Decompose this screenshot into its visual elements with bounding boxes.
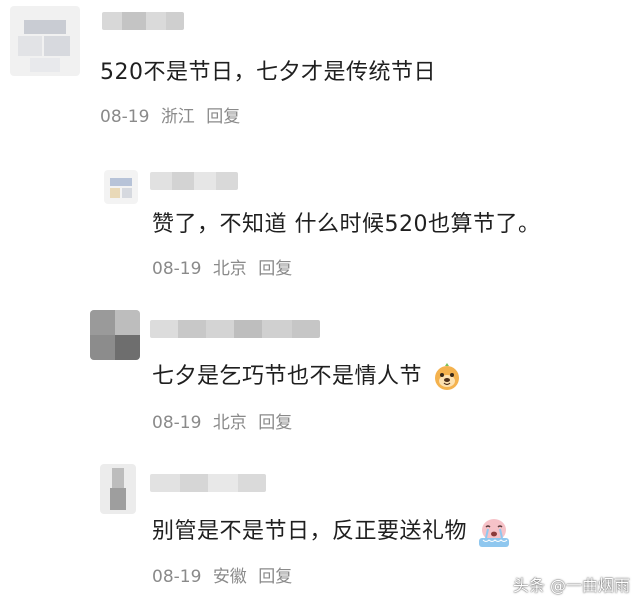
username[interactable] xyxy=(150,172,238,190)
reply-location: 北京 xyxy=(212,259,247,279)
dog-face-emoji xyxy=(434,363,459,390)
reply-meta: 08-19 安徽 回复 xyxy=(152,566,298,588)
watermark: 头条 @一曲烟雨 xyxy=(512,576,630,595)
comment-text: 520不是节日，七夕才是传统节日 xyxy=(100,60,436,85)
reply-text-body: 七夕是乞巧节也不是情人节 xyxy=(152,364,423,389)
reply-meta: 08-19 北京 回复 xyxy=(152,258,298,280)
username[interactable] xyxy=(150,320,320,338)
username[interactable] xyxy=(102,12,184,30)
username[interactable] xyxy=(150,474,266,492)
comment-meta: 08-19 浙江 回复 xyxy=(100,106,246,128)
reply-meta: 08-19 北京 回复 xyxy=(152,412,298,434)
reply-button[interactable]: 回复 xyxy=(258,413,292,433)
avatar[interactable] xyxy=(90,310,140,360)
reply-date: 08-19 xyxy=(152,259,202,279)
comment-date: 08-19 xyxy=(100,107,150,127)
reply-text-body: 别管是不是节日，反正要送礼物 xyxy=(152,519,468,544)
reply-text: 七夕是乞巧节也不是情人节 xyxy=(152,362,462,392)
avatar[interactable] xyxy=(100,464,136,514)
avatar[interactable] xyxy=(104,170,138,204)
reply-date: 08-19 xyxy=(152,567,202,587)
reply-button[interactable]: 回复 xyxy=(258,567,292,587)
reply-location: 安徽 xyxy=(212,567,247,587)
comment-location: 浙江 xyxy=(160,107,195,127)
comment-item: 520不是节日，七夕才是传统节日 08-19 浙江 回复 xyxy=(0,0,640,140)
reply-location: 北京 xyxy=(212,413,247,433)
crying-face-emoji xyxy=(478,519,509,547)
reply-item: 赞了，不知道 什么时候520也算节了。 08-19 北京 回复 xyxy=(0,160,640,300)
reply-text: 赞了，不知道 什么时候520也算节了。 xyxy=(152,212,541,237)
reply-button[interactable]: 回复 xyxy=(206,107,240,127)
reply-text: 别管是不是节日，反正要送礼物 xyxy=(152,516,511,548)
reply-item: 七夕是乞巧节也不是情人节 08-19 北京 回复 xyxy=(0,308,640,456)
avatar[interactable] xyxy=(10,6,80,76)
reply-button[interactable]: 回复 xyxy=(258,259,292,279)
reply-date: 08-19 xyxy=(152,413,202,433)
